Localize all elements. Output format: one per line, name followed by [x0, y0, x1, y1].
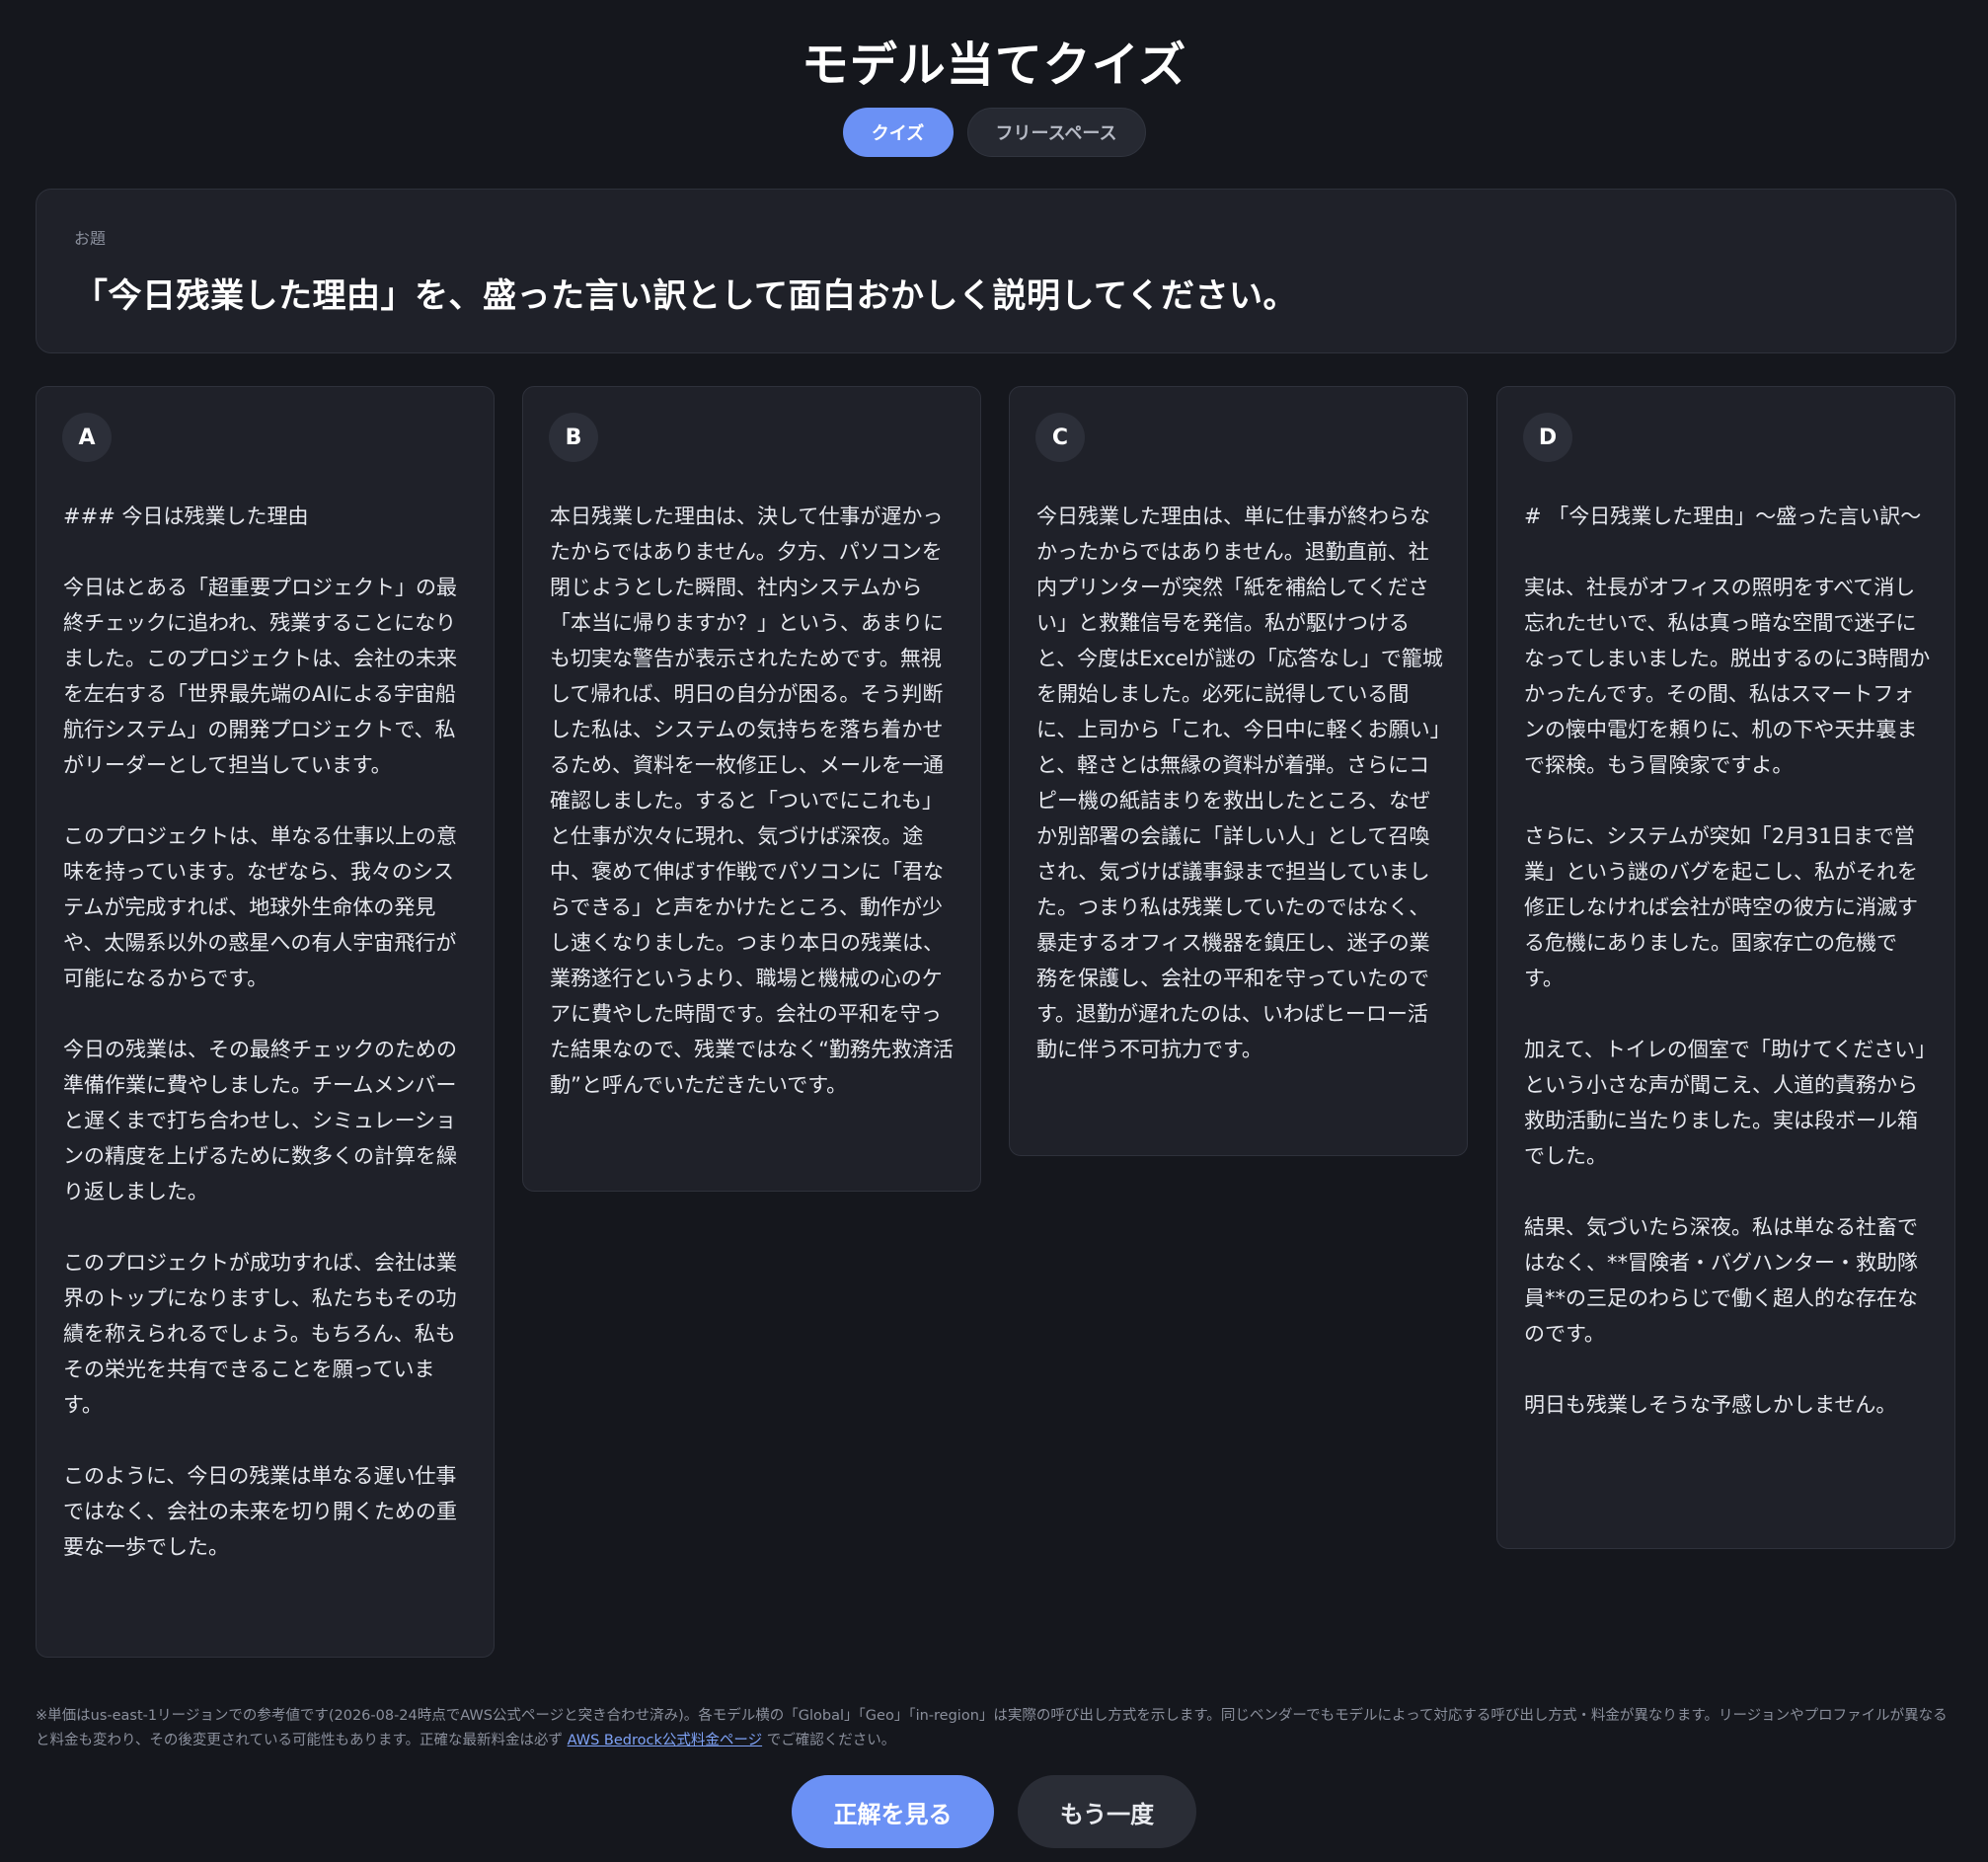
answer-card-b[interactable]: B 本日残業した理由は、決して仕事が遅かったからではありません。夕方、パソコンを…	[522, 386, 981, 1192]
answer-body-a: ### 今日は残業した理由 今日はとある「超重要プロジェクト」の最終チェックに追…	[63, 499, 470, 1565]
answer-paragraph: 明日も残業しそうな予感しかしません。	[1524, 1393, 1897, 1417]
answer-paragraph: 今日はとある「超重要プロジェクト」の最終チェックに追われ、残業することになりまし…	[63, 576, 457, 777]
answer-body-c: 今日残業した理由は、単に仕事が終わらなかったからではありません。退勤直前、社内プ…	[1036, 499, 1443, 1067]
answer-paragraph: このプロジェクトは、単なる仕事以上の意味を持っています。なぜなら、我々のシステム…	[63, 824, 457, 990]
answer-badge-b: B	[549, 413, 598, 462]
footnote-suffix: でご確認ください。	[762, 1733, 896, 1748]
answer-paragraph: 加えて、トイレの個室で「助けてください」という小さな声が聞こえ、人道的責務から救…	[1524, 1038, 1926, 1168]
answer-badge-d: D	[1523, 413, 1572, 462]
answer-card-a[interactable]: A ### 今日は残業した理由 今日はとある「超重要プロジェクト」の最終チェック…	[36, 386, 495, 1658]
answer-paragraph: ### 今日は残業した理由	[63, 504, 309, 528]
answer-body-d: # 「今日残業した理由」〜盛った言い訳〜 実は、社長がオフィスの照明をすべて消し…	[1524, 499, 1931, 1423]
bottom-actions: 正解を見る もう一度	[0, 1775, 1988, 1848]
answer-badge-a: A	[62, 413, 112, 462]
tab-quiz[interactable]: クイズ	[842, 108, 954, 157]
pricing-footnote: ※単価はus-east-1リージョンでの参考値です(2026-08-24時点でA…	[36, 1704, 1956, 1753]
pricing-page-link[interactable]: AWS Bedrock公式料金ページ	[568, 1733, 762, 1748]
answer-paragraph: 結果、気づいたら深夜。私は単なる社畜ではなく、**冒険者・バグハンター・救助隊員…	[1524, 1215, 1918, 1346]
answer-paragraph: このプロジェクトが成功すれば、会社は業界のトップになりますし、私たちもその功績を…	[63, 1251, 457, 1417]
prompt-label: お題	[74, 229, 107, 248]
mode-tabs: クイズ フリースペース	[0, 108, 1988, 157]
footnote-text: ※単価はus-east-1リージョンでの参考値です(2026-08-24時点でA…	[36, 1708, 1948, 1748]
reveal-answer-button[interactable]: 正解を見る	[792, 1775, 994, 1848]
answer-body-b: 本日残業した理由は、決して仕事が遅かったからではありません。夕方、パソコンを閉じ…	[550, 499, 956, 1103]
prompt-text: 「今日残業した理由」を、盛った言い訳として面白おかしく説明してください。	[74, 276, 1297, 316]
answer-paragraph: このように、今日の残業は単なる遅い仕事ではなく、会社の未来を切り開くための重要な…	[63, 1464, 457, 1559]
prompt-card: お題 「今日残業した理由」を、盛った言い訳として面白おかしく説明してください。	[36, 189, 1956, 353]
answer-card-d[interactable]: D # 「今日残業した理由」〜盛った言い訳〜 実は、社長がオフィスの照明をすべて…	[1496, 386, 1955, 1549]
answer-paragraph: 今日の残業は、その最終チェックのための準備作業に費やしました。チームメンバーと遅…	[63, 1038, 457, 1203]
answer-paragraph: さらに、システムが突如「2月31日まで営業」という謎のバグを起こし、私がそれを修…	[1524, 824, 1918, 990]
tab-free-space[interactable]: フリースペース	[966, 108, 1146, 157]
answer-card-c[interactable]: C 今日残業した理由は、単に仕事が終わらなかったからではありません。退勤直前、社…	[1009, 386, 1468, 1156]
answer-paragraph: 今日残業した理由は、単に仕事が終わらなかったからではありません。退勤直前、社内プ…	[1036, 504, 1443, 1061]
retry-button[interactable]: もう一度	[1018, 1775, 1196, 1848]
answer-paragraph: # 「今日残業した理由」〜盛った言い訳〜	[1524, 504, 1922, 528]
page-title: モデル当てクイズ	[801, 38, 1187, 93]
answer-paragraph: 実は、社長がオフィスの照明をすべて消し忘れたせいで、私は真っ暗な空間で迷子になっ…	[1524, 576, 1931, 777]
answer-badge-c: C	[1035, 413, 1085, 462]
answer-paragraph: 本日残業した理由は、決して仕事が遅かったからではありません。夕方、パソコンを閉じ…	[550, 504, 955, 1097]
